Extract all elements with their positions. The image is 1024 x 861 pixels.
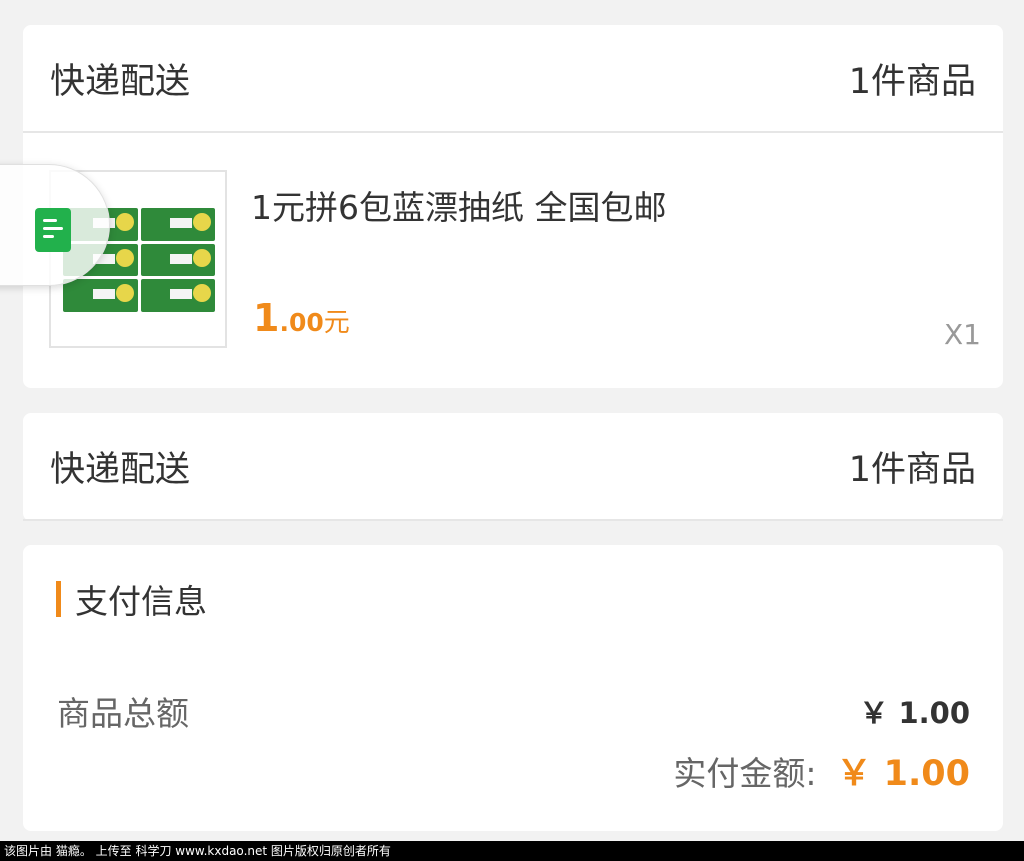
goods-total-label: 商品总额 bbox=[57, 694, 189, 733]
price-decimal: .00 bbox=[279, 308, 324, 337]
price-integer: 1 bbox=[253, 296, 280, 340]
product-quantity: X1 bbox=[944, 318, 981, 351]
goods-total-value: ￥ 1.00 bbox=[859, 696, 970, 730]
paid-amount-value: ￥ 1.00 bbox=[836, 754, 970, 794]
delivery-label: 快递配送 bbox=[50, 449, 191, 490]
delivery-card: 快递配送 1件商品 bbox=[23, 413, 1003, 521]
payment-section-title: 支付信息 bbox=[56, 575, 207, 623]
product-price: 1 .00 元 bbox=[253, 296, 350, 340]
title-accent-bar bbox=[56, 581, 61, 617]
payment-info-card: 支付信息 商品总额 ￥ 1.00 实付金额: ￥ 1.00 bbox=[23, 545, 1003, 831]
paid-amount-label: 实付金额: bbox=[673, 754, 817, 793]
price-unit: 元 bbox=[323, 308, 350, 338]
payment-title: 支付信息 bbox=[75, 582, 207, 621]
document-icon bbox=[35, 208, 71, 252]
paid-amount-row: 实付金额: ￥ 1.00 bbox=[673, 745, 970, 796]
order-item-card: 快递配送 1件商品 1元拼6包蓝漂抽纸 全国包邮 1 .00 元 X1 bbox=[23, 25, 1003, 388]
delivery-header: 快递配送 1件商品 bbox=[23, 413, 1003, 519]
product-title[interactable]: 1元拼6包蓝漂抽纸 全国包邮 bbox=[251, 181, 666, 229]
delivery-label: 快递配送 bbox=[50, 61, 191, 102]
item-count: 1件商品 bbox=[848, 61, 976, 102]
watermark-bar: 该图片由 猫瘾。 上传至 科学刀 www.kxdao.net 图片版权归原创者所… bbox=[0, 841, 1024, 861]
delivery-header: 快递配送 1件商品 bbox=[23, 25, 1003, 131]
divider bbox=[23, 519, 1003, 521]
item-count: 1件商品 bbox=[848, 449, 976, 490]
product-row[interactable]: 1元拼6包蓝漂抽纸 全国包邮 1 .00 元 X1 bbox=[23, 133, 1003, 388]
